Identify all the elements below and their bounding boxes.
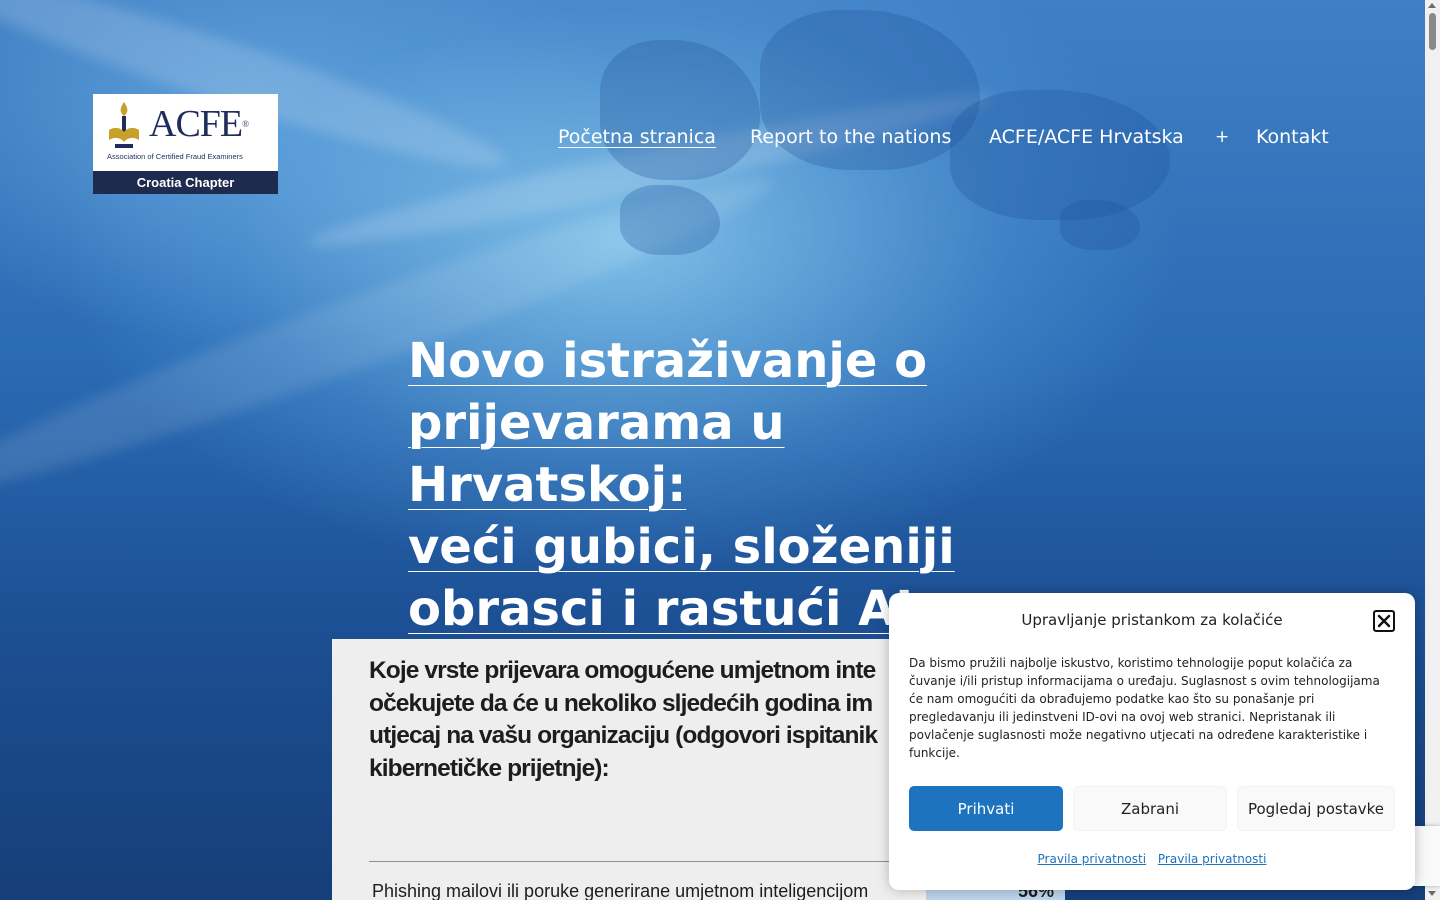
scroll-up-icon[interactable] <box>1428 3 1436 8</box>
scroll-down-icon[interactable] <box>1428 891 1436 896</box>
view-preferences-button[interactable]: Pogledaj postavke <box>1237 786 1395 831</box>
nav-item-contact[interactable]: Kontakt <box>1256 126 1329 148</box>
cookie-consent-dialog: Upravljanje pristankom za kolačiće Da bi… <box>889 593 1415 890</box>
close-icon[interactable] <box>1373 610 1395 632</box>
logo-brand: ACFE® <box>149 103 249 145</box>
map-continent <box>600 40 760 180</box>
submenu-expand-icon[interactable]: + <box>1215 127 1229 147</box>
nav-item-acfe-hrvatska[interactable]: ACFE/ACFE Hrvatska <box>989 126 1184 148</box>
scrollbar-thumb[interactable] <box>1429 13 1436 50</box>
site-logo[interactable]: ACFE® Association of Certified Fraud Exa… <box>93 94 278 194</box>
image-row-label: Phishing mailovi ili poruke generirane u… <box>372 881 869 900</box>
nav-item-report[interactable]: Report to the nations <box>750 126 951 148</box>
map-continent <box>1060 200 1140 250</box>
article-title-line: prijevarama u Hrvatskoj: <box>408 395 785 513</box>
article-title-line: Novo istraživanje o <box>408 333 928 389</box>
deny-button[interactable]: Zabrani <box>1073 786 1227 831</box>
privacy-policy-link[interactable]: Pravila privatnosti <box>1038 852 1147 866</box>
logo-tagline: Association of Certified Fraud Examiners <box>107 152 243 161</box>
scrollbar[interactable] <box>1425 0 1440 900</box>
cookie-dialog-title: Upravljanje pristankom za kolačiće <box>1021 611 1283 629</box>
torch-emblem-icon <box>109 102 139 148</box>
cookie-dialog-text: Da bismo pružili najbolje iskustvo, kori… <box>909 656 1380 760</box>
article-title-line: veći gubici, složeniji <box>408 519 955 575</box>
nav-item-home[interactable]: Početna stranica <box>558 126 716 148</box>
accept-button[interactable]: Prihvati <box>909 786 1063 831</box>
logo-chapter: Croatia Chapter <box>93 171 278 194</box>
privacy-policy-link[interactable]: Pravila privatnosti <box>1158 852 1267 866</box>
map-continent <box>950 90 1170 220</box>
close-x-glyph <box>1377 614 1391 628</box>
privacy-links: Pravila privatnosti Pravila privatnosti <box>889 852 1415 866</box>
